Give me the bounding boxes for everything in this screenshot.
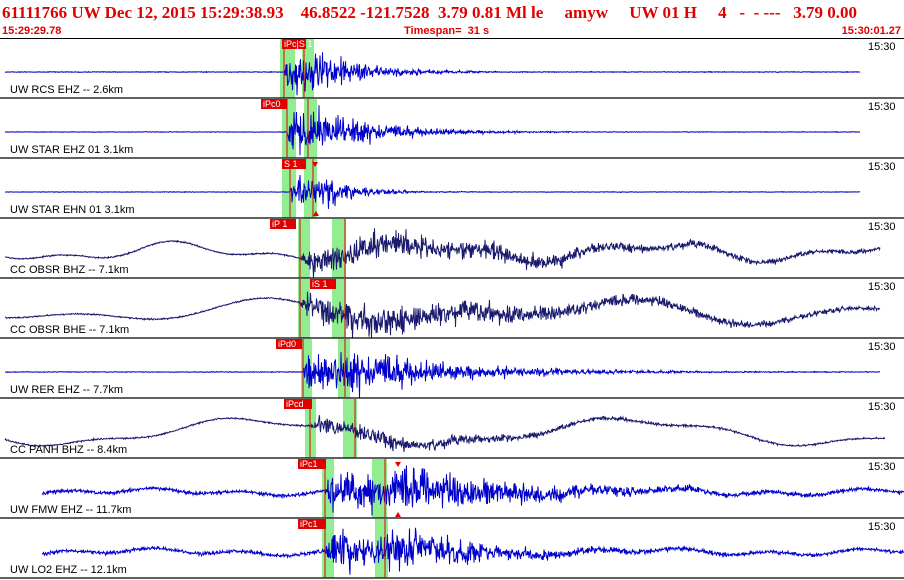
trace-panel[interactable]: iPc1 UW FMW EHZ -- 11.7km 15:30 (0, 459, 904, 519)
station-label: UW RCS EHZ -- 2.6km (10, 84, 123, 96)
panel-time-label: 15:30 (868, 101, 896, 113)
pick-label: iPcd (286, 399, 304, 409)
panel-time-label: 15:30 (868, 461, 896, 473)
pick-label: iPd0 (278, 339, 296, 349)
station-label: UW STAR EHN 01 3.1km (10, 204, 135, 216)
pick-label: iP 1 (272, 219, 287, 229)
panel-time-label: 15:30 (868, 41, 896, 53)
station-label: UW RER EHZ -- 7.7km (10, 384, 123, 396)
trace-panel[interactable]: iP 1 CC OBSR BHZ -- 7.1km 15:30 (0, 219, 904, 279)
station-label: CC OBSR BHZ -- 7.1km (10, 264, 129, 276)
pick-label: iPc1 (300, 519, 318, 529)
start-time: 15:29:29.78 (2, 25, 62, 37)
panel-time-label: 15:30 (868, 161, 896, 173)
station-label: UW LO2 EHZ -- 12.1km (10, 564, 127, 576)
pick-label: iPc|S 1 (284, 39, 312, 49)
trace-panel[interactable]: iS 1 CC OBSR BHE -- 7.1km 15:30 (0, 279, 904, 339)
pick-label: iS 1 (312, 279, 328, 289)
station-label: CC OBSR BHE -- 7.1km (10, 324, 129, 336)
event-header: 61111766 UW Dec 12, 2015 15:29:38.93 46.… (0, 0, 904, 38)
event-title: 61111766 UW Dec 12, 2015 15:29:38.93 46.… (2, 3, 857, 22)
pick-label: iPc0 (263, 99, 281, 109)
waveform (4, 352, 881, 399)
station-label: UW FMW EHZ -- 11.7km (10, 504, 131, 516)
waveform (41, 465, 904, 516)
pick-label: iPc1 (300, 459, 318, 469)
trace-panel[interactable]: iPc0 UW STAR EHZ 01 3.1km 15:30 (0, 99, 904, 159)
trace-panel[interactable]: iPcd CC PANH BHZ -- 8.4km 15:30 (0, 399, 904, 459)
end-time: 15:30:01.27 (841, 25, 901, 37)
waveform (4, 52, 861, 96)
pick-marker (395, 462, 401, 467)
trace-panel[interactable]: iPc1 UW LO2 EHZ -- 12.1km 15:30 (0, 519, 904, 579)
waveform (41, 527, 904, 575)
timespan: Timespan= 31 s (404, 25, 490, 37)
pick-label: S 1 (284, 159, 298, 169)
panel-time-label: 15:30 (868, 221, 896, 233)
pick-marker (395, 512, 401, 517)
station-label: CC PANH BHZ -- 8.4km (10, 444, 127, 456)
panel-time-label: 15:30 (868, 521, 896, 533)
pick-window (332, 219, 346, 278)
waveform (4, 415, 886, 452)
panel-time-label: 15:30 (868, 281, 896, 293)
trace-panel[interactable]: iPc|S 1 UW RCS EHZ -- 2.6km 15:30 (0, 39, 904, 99)
panel-time-label: 15:30 (868, 341, 896, 353)
seismogram-panels[interactable]: iPc|S 1 UW RCS EHZ -- 2.6km 15:30 iPc0 UW ST… (0, 38, 904, 580)
waveform (4, 228, 881, 278)
trace-panel[interactable]: iPd0 UW RER EHZ -- 7.7km 15:30 (0, 339, 904, 399)
waveform (5, 291, 881, 339)
station-label: UW STAR EHZ 01 3.1km (10, 144, 133, 156)
trace-panel[interactable]: S 1 UW STAR EHN 01 3.1km 15:30 (0, 159, 904, 219)
panel-time-label: 15:30 (868, 401, 896, 413)
